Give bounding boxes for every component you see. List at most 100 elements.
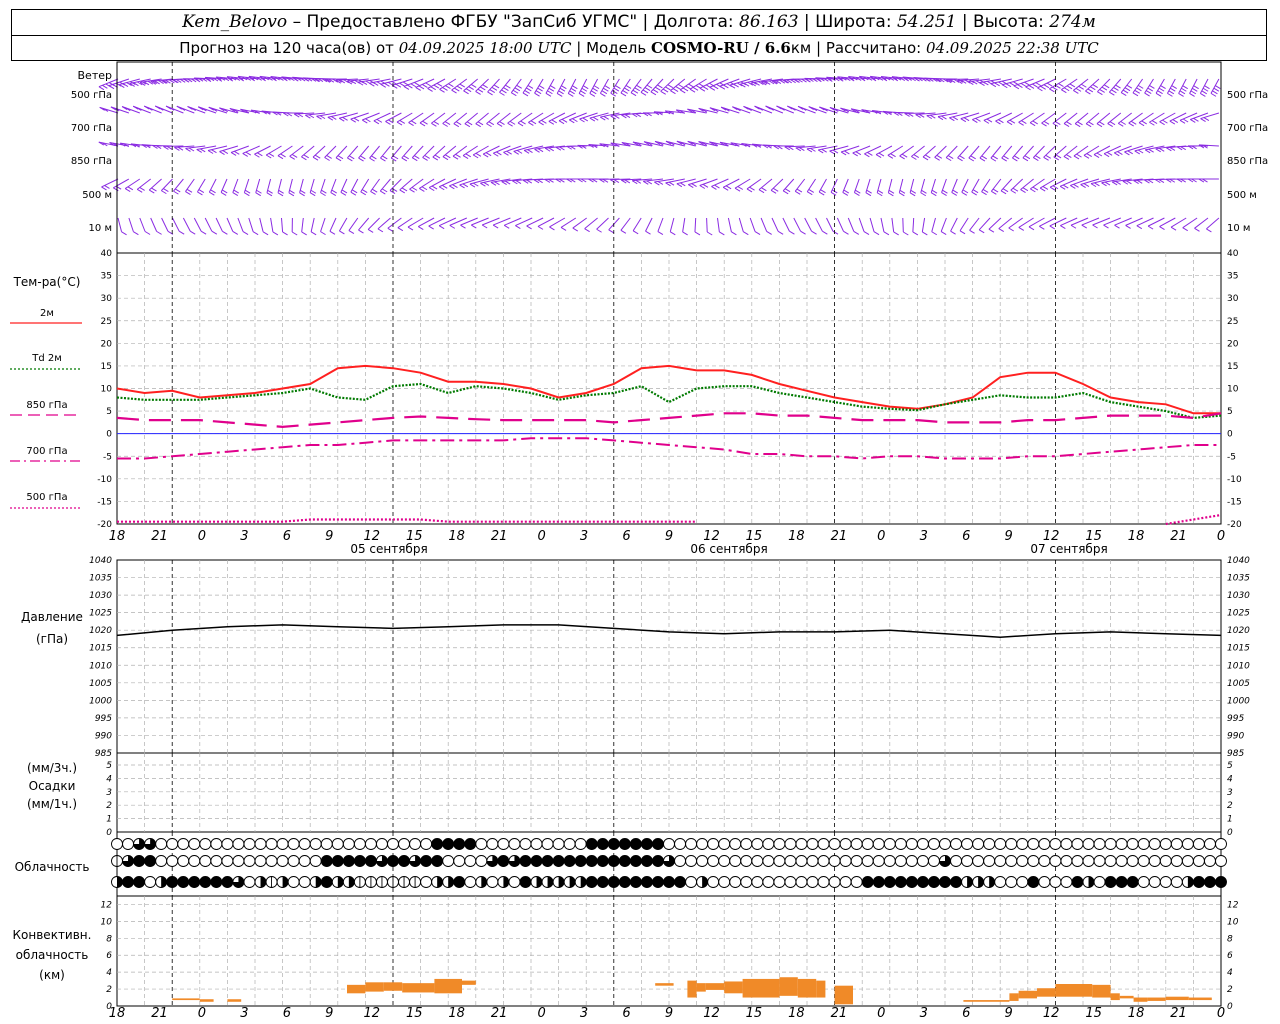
hour-tick-label: 15 xyxy=(406,1006,423,1021)
wind-barb-feather xyxy=(866,189,872,194)
cloud-circle xyxy=(276,855,289,867)
wind-barb-feather xyxy=(692,86,699,91)
cloud-fill xyxy=(536,876,543,888)
wind-barb xyxy=(836,217,849,235)
hour-tick-label: 12 xyxy=(703,1006,720,1021)
cloud-symbol xyxy=(718,876,731,888)
wind-barb-feather xyxy=(220,191,227,196)
cloud-fill xyxy=(437,876,443,888)
cloud-symbol xyxy=(309,838,322,850)
wind-barb-feather xyxy=(1155,92,1162,97)
cloud-circle xyxy=(916,838,929,850)
conv-title-3: (км) xyxy=(39,968,65,982)
wind-barb-feather xyxy=(277,192,284,197)
wind-barb-feather xyxy=(1147,225,1154,230)
wind-barb-feather xyxy=(535,90,542,95)
wind-barb-staff xyxy=(858,217,865,232)
wind-barb-feather xyxy=(475,152,482,157)
conv-cloud-bar xyxy=(687,980,697,998)
cloud-symbol xyxy=(652,838,664,850)
wind-barb-staff xyxy=(584,217,598,230)
wind-barb-feather xyxy=(301,156,307,161)
hour-tick-label: 9 xyxy=(325,529,333,544)
cloud-symbol xyxy=(342,855,355,867)
wind-barb-feather xyxy=(139,187,145,191)
wind-barb-feather xyxy=(743,231,749,236)
precip-tick-left: 1 xyxy=(106,815,112,825)
wind-barb-feather xyxy=(1094,182,1100,187)
wind-barb-staff xyxy=(770,178,784,191)
wind-barb xyxy=(650,78,664,96)
cloud-circle xyxy=(751,876,764,888)
wind-barb-feather xyxy=(1028,85,1035,89)
wind-barb-feather xyxy=(1113,86,1119,91)
cloud-circle xyxy=(1104,855,1117,867)
wind-barb xyxy=(556,78,567,97)
wind-barb-feather xyxy=(694,231,701,236)
wind-barb-feather xyxy=(1141,120,1147,125)
wind-barb-feather xyxy=(706,231,713,236)
cloud-symbol xyxy=(883,838,896,850)
wind-barb-feather xyxy=(1018,226,1025,231)
hour-tick-label: 12 xyxy=(1043,1006,1060,1021)
wind-barb-feather xyxy=(1127,150,1133,155)
cloud-symbol xyxy=(398,876,410,888)
cloud-symbol xyxy=(353,876,366,888)
wind-barb-feather xyxy=(527,149,533,153)
wind-barb xyxy=(150,217,162,235)
wind-barb xyxy=(324,145,337,161)
cloud-circle xyxy=(508,838,521,850)
wind-barb-feather xyxy=(883,231,890,236)
cloud-fill xyxy=(431,838,443,850)
wind-barb-feather xyxy=(1096,123,1103,128)
wind-barb-feather xyxy=(676,183,683,188)
wind-barb xyxy=(1132,78,1144,97)
wind-barb-feather xyxy=(1137,149,1144,154)
wind-barb-feather xyxy=(471,224,477,229)
conv-tick-right: 4 xyxy=(1227,968,1233,978)
cloud-symbol xyxy=(243,838,256,850)
wind-barb-feather xyxy=(699,185,706,189)
conv-tick-right: 6 xyxy=(1227,951,1233,961)
cloud-symbol xyxy=(1049,876,1062,888)
wind-barb-feather xyxy=(262,231,269,236)
wind-barb-feather xyxy=(314,154,321,159)
wind-barb xyxy=(370,178,381,195)
wind-barb-feather xyxy=(245,151,252,156)
wind-barb-feather xyxy=(1113,152,1120,157)
wind-barb-feather xyxy=(442,156,449,161)
cloud-symbol xyxy=(596,876,609,888)
temp-tick-left: 0 xyxy=(106,430,112,440)
hour-tick-label: 3 xyxy=(580,529,588,544)
wind-title: Ветер xyxy=(78,69,112,82)
cloud-circle xyxy=(287,855,300,867)
cloud-symbol xyxy=(497,876,510,888)
wind-barb-feather xyxy=(1037,87,1043,92)
cloud-fill xyxy=(161,876,167,888)
cloud-symbol xyxy=(652,876,664,888)
wind-barb-feather xyxy=(1090,183,1097,188)
wind-barb-feather xyxy=(265,154,272,159)
wind-barb xyxy=(771,217,784,235)
wind-barb xyxy=(510,78,522,97)
precip-title: Осадки xyxy=(29,779,76,793)
wind-barb-feather xyxy=(373,120,380,125)
wind-barb-staff xyxy=(572,217,587,229)
cloud-circle xyxy=(442,855,455,867)
wind-barb-feather xyxy=(1128,122,1134,127)
wind-barb-staff xyxy=(486,112,500,125)
cloud-symbol xyxy=(1016,876,1029,888)
cloud-symbol xyxy=(872,838,885,850)
cloud-fill xyxy=(597,876,609,888)
wind-barb xyxy=(1155,78,1166,97)
cloud-symbol xyxy=(663,855,675,867)
wind-barb xyxy=(950,217,958,235)
wind-barb-feather xyxy=(438,225,445,230)
wind-barb-feather xyxy=(620,229,627,234)
cloud-circle xyxy=(221,855,234,867)
cloud-symbol xyxy=(475,855,488,867)
cloud-symbol xyxy=(364,876,377,888)
cloud-symbol xyxy=(773,876,786,888)
wind-barb-feather xyxy=(547,90,553,95)
cloud-fill xyxy=(177,876,189,888)
